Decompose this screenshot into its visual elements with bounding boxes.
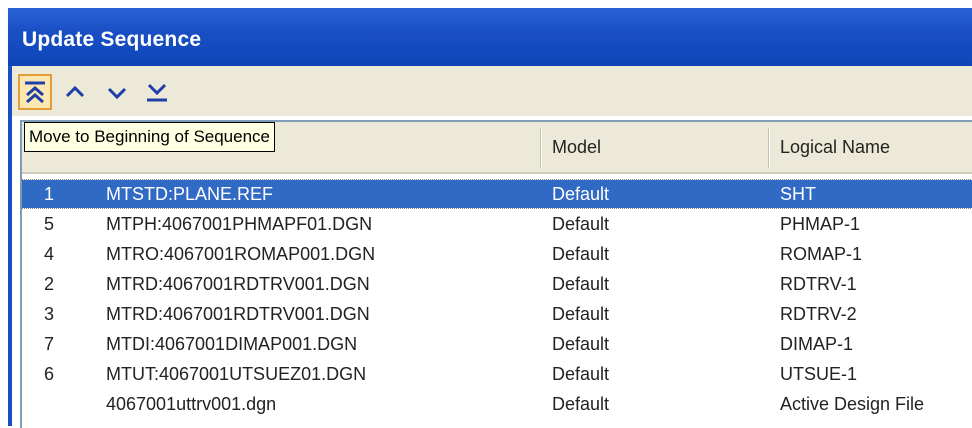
list-row[interactable]: 4067001uttrv001.dgn Default Active Desig… [22,390,972,418]
column-header-logical-name[interactable]: Logical Name [780,122,890,172]
list-row[interactable]: 1 MTSTD:PLANE.REF Default SHT [21,179,972,209]
row-logical-name: ROMAP-1 [780,244,863,264]
chevron-down-bar-icon [147,83,167,102]
row-model: Default [552,214,610,234]
chevron-up-icon [65,85,85,98]
row-order: 6 [44,364,55,384]
list-row[interactable]: 7 MTDI:4067001DIMAP001.DGN Default DIMAP… [22,330,972,358]
row-logical-name: RDTRV-2 [780,304,857,324]
row-file: 4067001uttrv001.dgn [106,394,277,414]
row-logical-name: Active Design File [780,394,925,414]
row-file: MTSTD:PLANE.REF [106,184,274,204]
row-file: MTDI:4067001DIMAP001.DGN [106,334,358,354]
list-row[interactable]: 3 MTRD:4067001RDTRV001.DGN Default RDTRV… [22,300,972,328]
row-model: Default [552,394,610,414]
list-row[interactable]: 4 MTRO:4067001ROMAP001.DGN Default ROMAP… [22,240,972,268]
toolbar [12,66,972,116]
row-file: MTPH:4067001PHMAPF01.DGN [106,214,373,234]
move-up-button[interactable] [58,74,92,110]
row-model: Default [552,334,610,354]
row-model: Default [552,364,610,384]
row-logical-name: DIMAP-1 [780,334,854,354]
row-file: MTUT:4067001UTSUEZ01.DGN [106,364,367,384]
row-logical-name: UTSUE-1 [780,364,858,384]
row-order: 5 [44,214,55,234]
move-to-beginning-button[interactable] [18,74,52,110]
row-logical-name: RDTRV-1 [780,274,857,294]
row-model: Default [552,244,610,264]
row-model: Default [552,304,610,324]
row-logical-name: SHT [780,184,816,204]
row-order: 3 [44,304,55,324]
list-row[interactable]: 2 MTRD:4067001RDTRV001.DGN Default RDTRV… [22,270,972,298]
list-row[interactable]: 6 MTUT:4067001UTSUEZ01.DGN Default UTSUE… [22,360,972,388]
column-divider[interactable] [540,128,542,168]
list-row[interactable]: 5 MTPH:4067001PHMAPF01.DGN Default PHMAP… [22,210,972,238]
column-header-model[interactable]: Model [552,122,601,172]
window-title: Update Sequence [22,28,202,51]
tooltip: Move to Beginning of Sequence [24,122,276,152]
row-order: 2 [44,274,55,294]
row-file: MTRD:4067001RDTRV001.DGN [106,274,370,294]
row-file: MTRO:4067001ROMAP001.DGN [106,244,376,264]
row-logical-name: PHMAP-1 [780,214,861,234]
update-sequence-window: Update Sequence Model Logical Name 1 MTS… [8,8,972,428]
sequence-list[interactable]: Model Logical Name 1 MTSTD:PLANE.REF Def… [20,120,972,428]
title-bar[interactable]: Update Sequence [8,8,972,66]
row-order: 1 [44,184,55,204]
chevron-down-icon [107,87,127,100]
row-order: 7 [44,334,55,354]
double-chevron-up-bar-icon [25,81,45,104]
move-to-end-button[interactable] [140,74,174,110]
column-divider[interactable] [768,128,770,168]
row-file: MTRD:4067001RDTRV001.DGN [106,304,370,324]
row-model: Default [552,274,610,294]
window-left-border [8,66,12,426]
move-down-button[interactable] [100,74,134,110]
row-order: 4 [44,244,55,264]
row-model: Default [552,184,610,204]
